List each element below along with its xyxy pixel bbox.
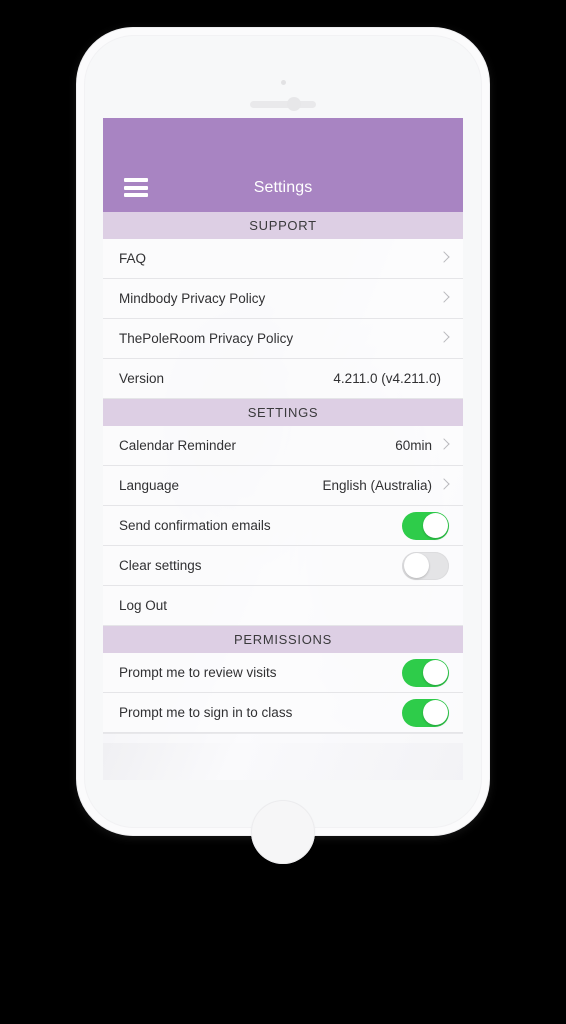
list-item[interactable]: Language English (Australia) (103, 466, 463, 506)
section-header: PERMISSIONS (103, 626, 463, 653)
toggle-knob (422, 513, 448, 538)
list-item-label: Send confirmation emails (119, 518, 271, 533)
list-item[interactable]: Version 4.211.0 (v4.211.0) (103, 359, 463, 399)
list-item-label: Calendar Reminder (119, 438, 237, 453)
list-item[interactable]: Prompt me to review visits (103, 653, 463, 693)
list-item-label: Language (119, 478, 180, 493)
list-item-value: 4.211.0 (v4.211.0) (333, 371, 441, 386)
chevron-right-icon (440, 331, 449, 346)
list-item-label: ThePoleRoom Privacy Policy (119, 331, 294, 346)
list-item[interactable]: Clear settings (103, 546, 463, 586)
list-item[interactable]: Mindbody Privacy Policy (103, 279, 463, 319)
chevron-right-icon (440, 438, 449, 453)
phone-mockup: Settings SUPPORT FAQ Mindbody Privacy Poli… (77, 28, 489, 864)
list-item-label: Prompt me to sign in to class (119, 705, 293, 720)
list-item[interactable]: Send confirmation emails (103, 506, 463, 546)
settings-list: SUPPORT FAQ Mindbody Privacy Policy ThePole… (103, 212, 463, 743)
navigation-bar: Settings (103, 118, 463, 212)
list-item[interactable]: ThePoleRoom Privacy Policy (103, 319, 463, 359)
list-item-label: Log Out (119, 598, 168, 613)
chevron-right-icon (440, 478, 449, 493)
toggle-knob (422, 700, 448, 725)
front-camera-icon (287, 97, 301, 111)
hamburger-bar (124, 193, 148, 197)
hamburger-bar (124, 178, 148, 182)
toggle-knob (403, 553, 429, 578)
list-item-label: Prompt me to review visits (119, 665, 277, 680)
page-title: Settings (253, 179, 313, 196)
earpiece-speaker-icon (250, 101, 316, 108)
list-item[interactable]: Calendar Reminder 60min (103, 426, 463, 466)
app-screen: Settings SUPPORT FAQ Mindbody Privacy Poli… (103, 118, 463, 780)
list-item[interactable]: FAQ (103, 239, 463, 279)
toggle-switch[interactable] (402, 698, 449, 727)
toggle-knob (422, 660, 448, 685)
home-button[interactable] (251, 800, 315, 864)
toggle-switch[interactable] (402, 551, 449, 580)
list-item-value: English (Australia) (322, 478, 432, 493)
sensor-dot-icon (280, 80, 286, 85)
list-item-label: Version (119, 371, 165, 386)
list-item[interactable]: Log Out (103, 586, 463, 626)
list-item-value: 60min (395, 438, 432, 453)
section-header: SETTINGS (103, 399, 463, 426)
list-item-label: Mindbody Privacy Policy (119, 291, 266, 306)
hamburger-menu-icon[interactable] (124, 178, 148, 197)
toggle-switch[interactable] (402, 511, 449, 540)
toggle-switch[interactable] (402, 658, 449, 687)
list-bottom-edge (103, 733, 463, 743)
chevron-right-icon (440, 251, 449, 266)
list-item-label: Clear settings (119, 558, 202, 573)
chevron-right-icon (440, 291, 449, 306)
list-item-label: FAQ (119, 251, 147, 266)
list-item[interactable]: Prompt me to sign in to class (103, 693, 463, 733)
section-header: SUPPORT (103, 212, 463, 239)
hamburger-bar (124, 185, 148, 190)
